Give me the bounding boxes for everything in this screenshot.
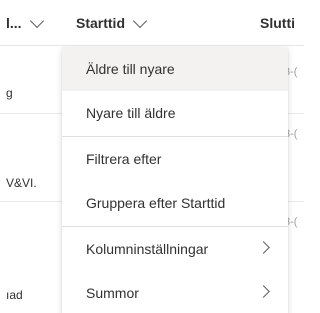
chevron-right-icon	[257, 285, 270, 298]
chevron-right-icon	[257, 241, 270, 254]
menu-item-label: Kolumninställningar	[86, 241, 209, 257]
menu-item-label: Summor	[86, 285, 139, 301]
menu-item-column-settings[interactable]: Kolumninställningar	[62, 227, 288, 271]
column-context-menu: Äldre till nyare Nyare till äldre Filtre…	[62, 47, 288, 313]
column-header-label: Starttid	[76, 15, 125, 31]
menu-item-sort-ascending[interactable]: Äldre till nyare	[62, 47, 288, 91]
column-header-label: l...	[6, 15, 22, 31]
column-header-sluttid[interactable]: Slutti	[260, 0, 295, 46]
list-view: l... Starttid Slutti g 3-( V&VI. 3-( ıad…	[0, 0, 304, 313]
menu-item-label: Äldre till nyare	[86, 61, 175, 77]
menu-item-label: Filtrera efter	[86, 151, 162, 167]
row-cell-text: ıad	[6, 288, 23, 302]
chevron-down-icon	[29, 13, 44, 29]
column-header-row: l... Starttid Slutti	[0, 0, 304, 46]
menu-item-totals[interactable]: Summor	[62, 271, 288, 313]
menu-item-sort-descending[interactable]: Nyare till äldre	[62, 91, 288, 135]
menu-item-label: Nyare till äldre	[86, 105, 176, 121]
column-header-label: Slutti	[260, 15, 295, 31]
column-header-starttid[interactable]: Starttid	[76, 0, 148, 46]
row-cell-text: V&VI.	[6, 176, 37, 190]
menu-item-group-by[interactable]: Gruppera efter Starttid	[62, 181, 288, 225]
column-header-prev[interactable]: l...	[6, 0, 44, 46]
menu-item-filter-by[interactable]: Filtrera efter	[62, 137, 288, 181]
row-cell-text: g	[6, 86, 13, 100]
menu-item-label: Gruppera efter Starttid	[86, 195, 226, 211]
chevron-down-icon	[132, 13, 148, 29]
